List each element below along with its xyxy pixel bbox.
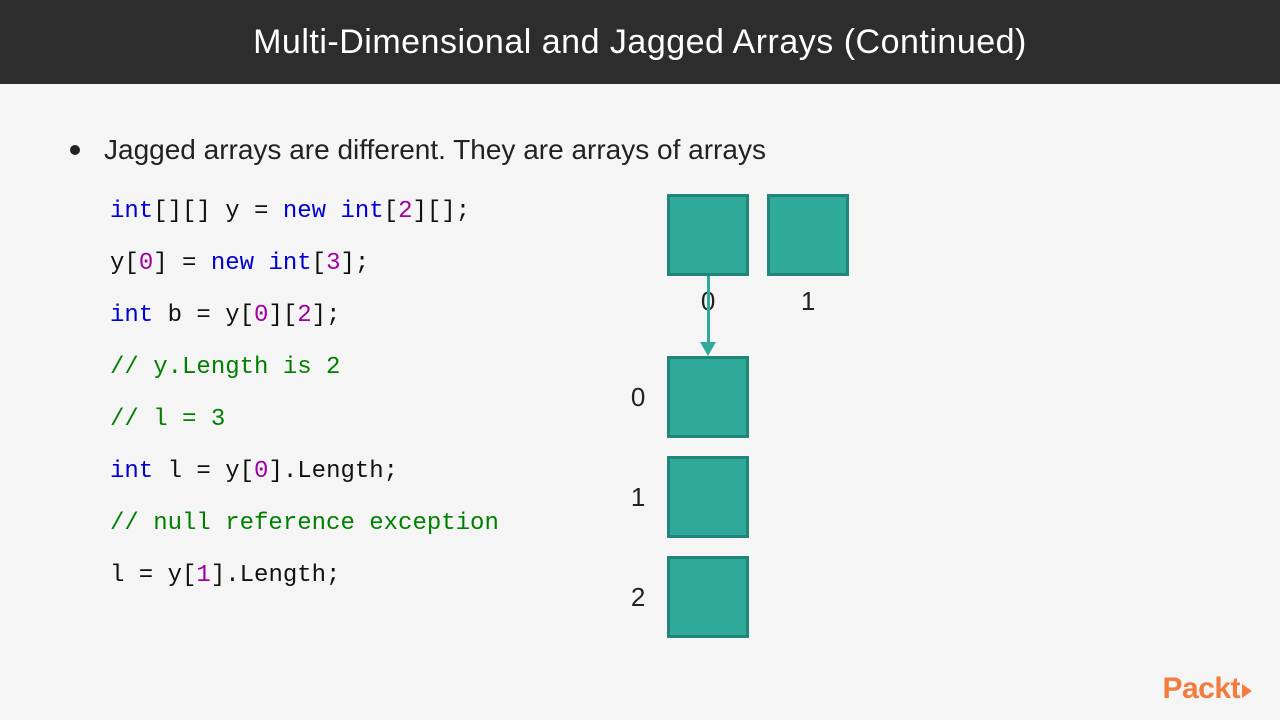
outer-array-cell-0 <box>667 194 749 276</box>
code-line: // null reference exception <box>110 512 499 536</box>
code-line: y[0] = new int[3]; <box>110 252 499 276</box>
code-line: // l = 3 <box>110 408 499 432</box>
outer-array-cell-1 <box>767 194 849 276</box>
packt-logo-text: Packt <box>1162 672 1240 706</box>
code-line: // y.Length is 2 <box>110 356 499 380</box>
slide-content: Jagged arrays are different. They are ar… <box>0 84 1280 674</box>
inner-index-label: 0 <box>631 382 645 413</box>
inner-index-label: 1 <box>631 482 645 513</box>
inner-array-cell-1 <box>667 456 749 538</box>
inner-array-cell-2 <box>667 556 749 638</box>
body-row: int[][] y = new int[2][]; y[0] = new int… <box>70 194 1210 674</box>
code-line: l = y[1].Length; <box>110 564 499 588</box>
bullet-text: Jagged arrays are different. They are ar… <box>104 134 766 166</box>
code-line: int b = y[0][2]; <box>110 304 499 328</box>
array-diagram: 0 1 0 1 2 <box>609 194 949 674</box>
slide-title: Multi-Dimensional and Jagged Arrays (Con… <box>253 23 1027 62</box>
slide-header: Multi-Dimensional and Jagged Arrays (Con… <box>0 0 1280 84</box>
code-line: int l = y[0].Length; <box>110 460 499 484</box>
code-line: int[][] y = new int[2][]; <box>110 200 499 224</box>
bullet-item: Jagged arrays are different. They are ar… <box>70 134 1210 166</box>
packt-logo: Packt <box>1162 672 1252 706</box>
inner-array-cell-0 <box>667 356 749 438</box>
bullet-dot-icon <box>70 145 80 155</box>
inner-index-label: 2 <box>631 582 645 613</box>
arrow-line <box>707 276 710 344</box>
chevron-right-icon <box>1242 684 1252 698</box>
arrow-head-icon <box>700 342 716 356</box>
code-block: int[][] y = new int[2][]; y[0] = new int… <box>110 194 499 674</box>
outer-index-label: 1 <box>801 286 815 317</box>
